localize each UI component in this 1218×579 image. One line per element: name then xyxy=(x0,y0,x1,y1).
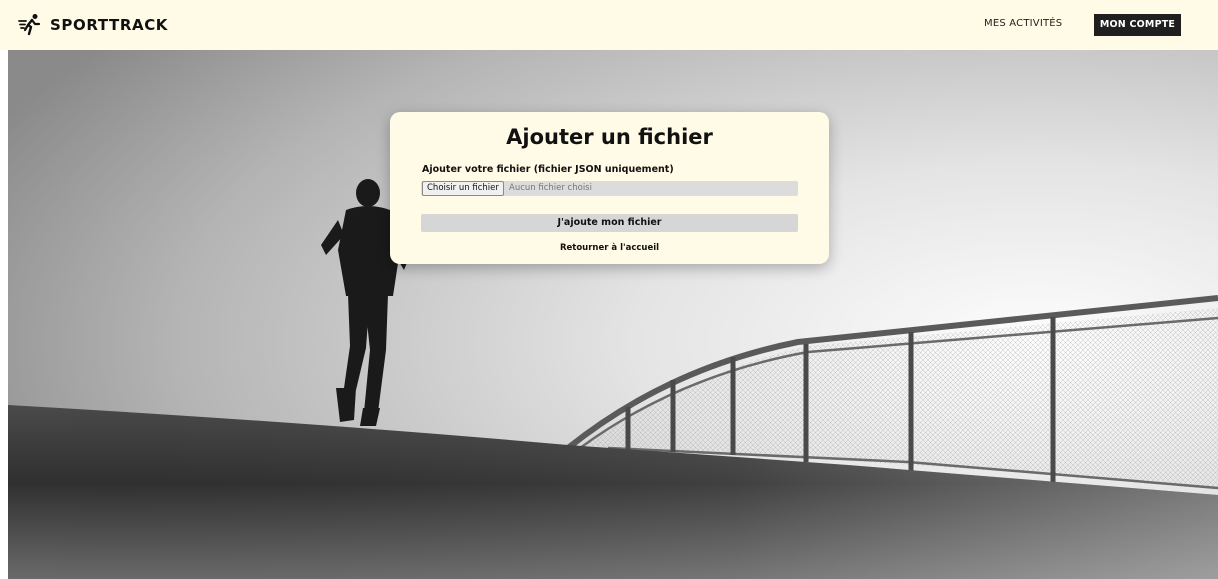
file-input[interactable]: Choisir un fichier Aucun fichier choisi xyxy=(421,181,798,196)
page-title: Ajouter un fichier xyxy=(506,125,713,149)
nav-link-mes-activites[interactable]: MES ACTIVITÉS xyxy=(984,18,1062,29)
top-navbar: SPORTTRACK MES ACTIVITÉS MON COMPTE xyxy=(0,0,1218,50)
back-to-home-link[interactable]: Retourner à l'accueil xyxy=(421,243,798,253)
brand-logo-link[interactable]: SPORTTRACK xyxy=(18,12,168,38)
submit-file-button[interactable]: J'ajoute mon fichier xyxy=(421,214,798,232)
file-status-text: Aucun fichier choisi xyxy=(509,183,592,193)
file-field-label: Ajouter votre fichier (fichier JSON uniq… xyxy=(422,164,674,175)
choose-file-button[interactable]: Choisir un fichier xyxy=(422,181,504,196)
runner-icon xyxy=(18,13,42,37)
mon-compte-button[interactable]: MON COMPTE xyxy=(1094,14,1181,36)
brand-name: SPORTTRACK xyxy=(50,16,169,34)
